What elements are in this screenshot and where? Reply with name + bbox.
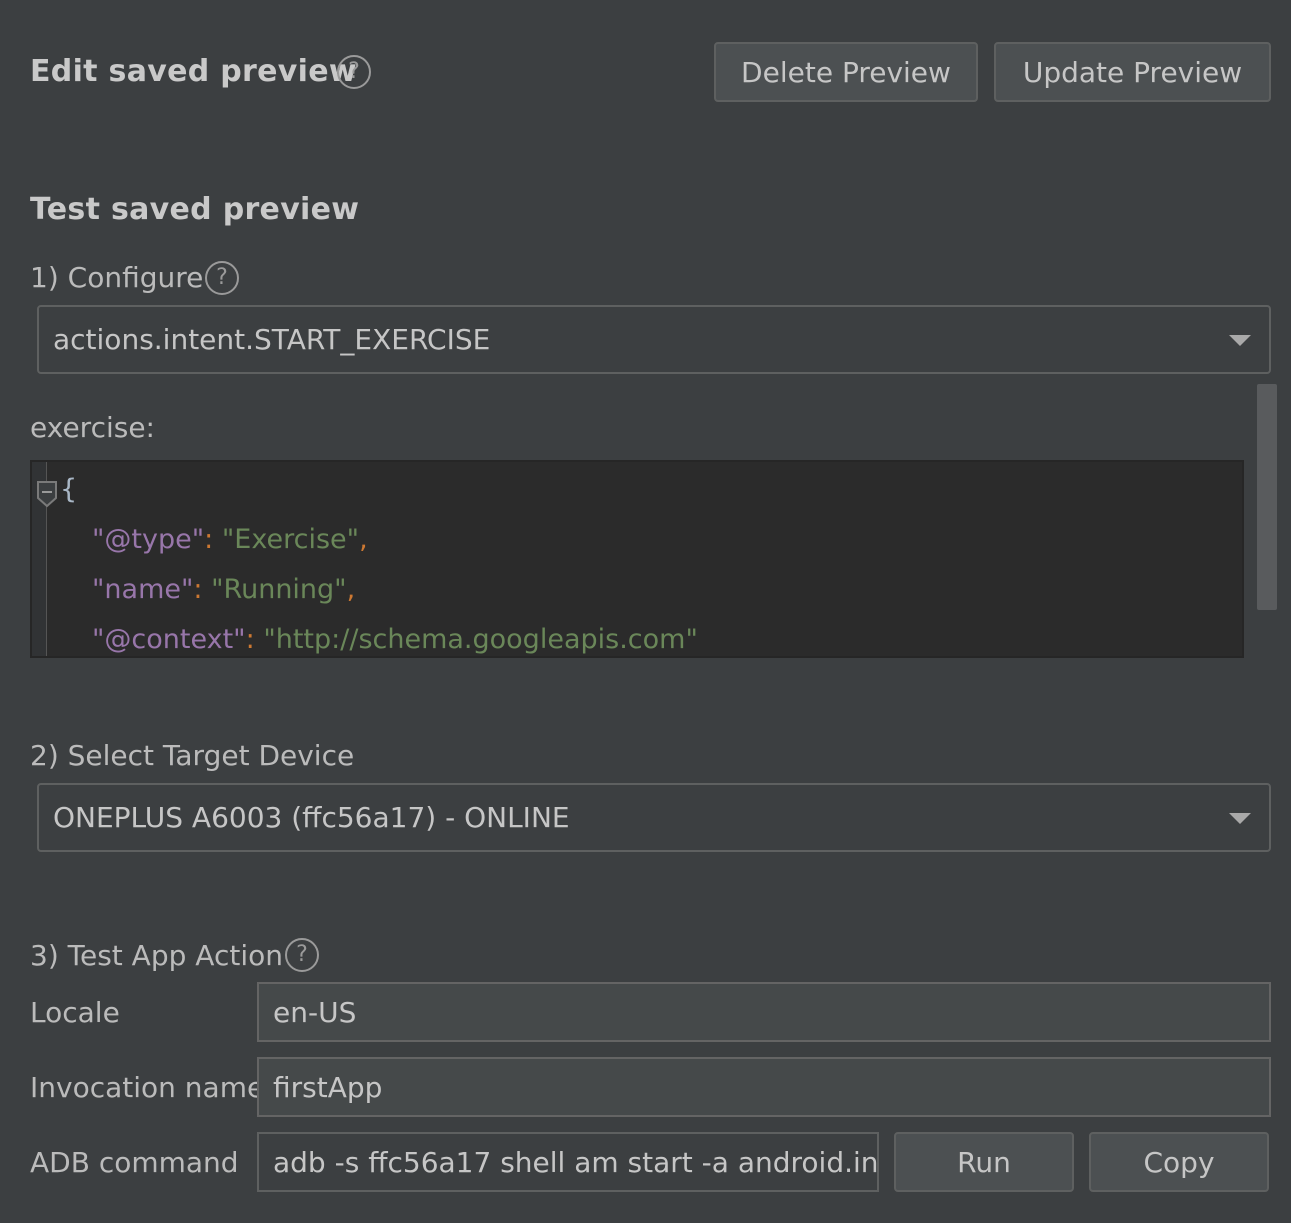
test-saved-preview-title: Test saved preview <box>30 192 360 227</box>
code-line-open-brace: { <box>60 474 78 505</box>
intent-select-value: actions.intent.START_EXERCISE <box>53 323 491 356</box>
vertical-scrollbar[interactable] <box>1257 384 1277 610</box>
run-button[interactable]: Run <box>894 1132 1074 1192</box>
adb-command-value: adb -s ffc56a17 shell am start -a androi… <box>273 1145 879 1179</box>
test-app-action-label: 3) Test App Action <box>30 939 283 972</box>
invocation-name-label: Invocation name <box>30 1071 265 1104</box>
edit-saved-preview-title: Edit saved preview <box>30 54 357 89</box>
device-select[interactable]: ONEPLUS A6003 (ffc56a17) - ONLINE <box>37 783 1271 852</box>
invocation-name-input-value: firstApp <box>273 1070 383 1104</box>
code-line-name: "name": "Running", <box>92 574 356 605</box>
locale-input[interactable]: en-US <box>257 982 1271 1042</box>
fold-icon[interactable] <box>36 480 58 508</box>
question-circle-icon[interactable]: ? <box>205 261 239 295</box>
update-preview-button[interactable]: Update Preview <box>994 42 1271 102</box>
configure-label: 1) Configure <box>30 261 204 294</box>
copy-button[interactable]: Copy <box>1089 1132 1269 1192</box>
intent-select[interactable]: actions.intent.START_EXERCISE <box>37 305 1271 374</box>
adb-command-field[interactable]: adb -s ffc56a17 shell am start -a androi… <box>257 1132 879 1192</box>
invocation-name-input[interactable]: firstApp <box>257 1057 1271 1117</box>
question-circle-icon[interactable]: ? <box>285 938 319 972</box>
delete-preview-button[interactable]: Delete Preview <box>714 42 978 102</box>
device-select-value: ONEPLUS A6003 (ffc56a17) - ONLINE <box>53 801 570 834</box>
select-device-label: 2) Select Target Device <box>30 739 355 772</box>
adb-command-label: ADB command <box>30 1146 239 1179</box>
locale-label: Locale <box>30 996 120 1029</box>
question-circle-icon[interactable]: ? <box>337 55 371 89</box>
locale-input-value: en-US <box>273 995 357 1029</box>
code-line-context: "@context": "http://schema.googleapis.co… <box>92 624 698 655</box>
chevron-down-icon <box>1229 334 1251 346</box>
code-line-type: "@type": "Exercise", <box>92 524 368 555</box>
json-editor[interactable]: { "@type": "Exercise", "name": "Running"… <box>30 460 1244 658</box>
chevron-down-icon <box>1229 812 1251 824</box>
exercise-param-label: exercise: <box>30 411 155 444</box>
